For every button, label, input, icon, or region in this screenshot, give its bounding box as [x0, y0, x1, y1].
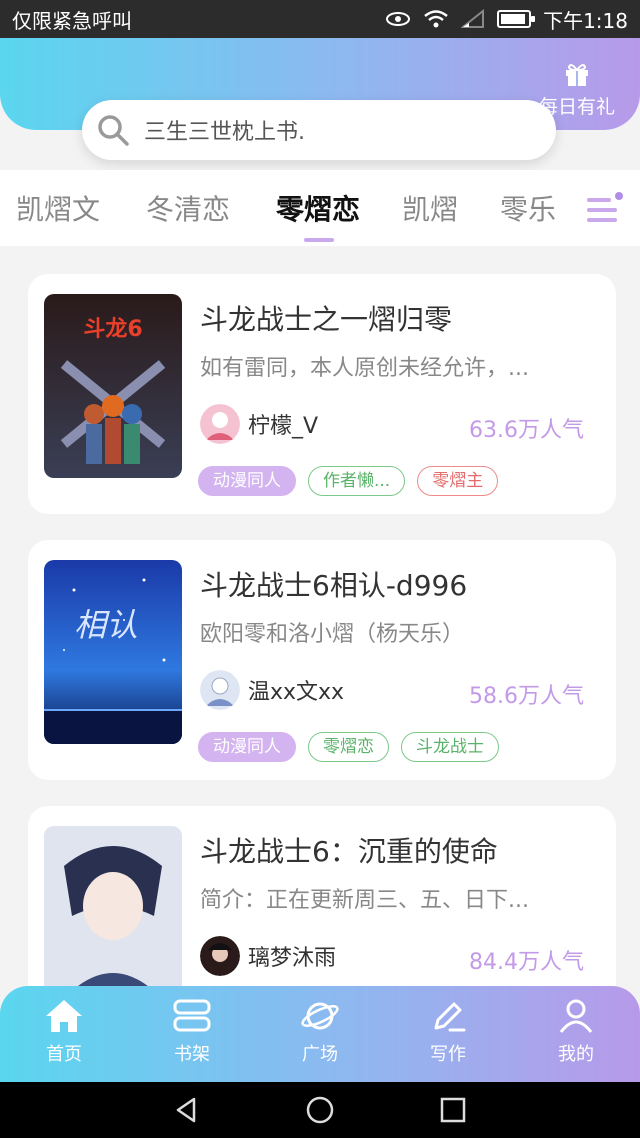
clock-text: 下午1:18 — [543, 8, 628, 33]
tag-list: 动漫同人 作者懒... 零熠主 — [198, 466, 499, 496]
search-input[interactable]: 三生三世枕上书. — [144, 114, 305, 146]
book-card[interactable]: 斗龙6 斗龙战士之一熠归零 如有雷同，本人原创未经允许，... 柠檬_V 63.… — [28, 274, 616, 514]
recents-icon[interactable] — [438, 1095, 468, 1125]
svg-text:相认: 相认 — [74, 606, 138, 644]
tab-lingle[interactable]: 零乐 — [500, 188, 556, 228]
nav-profile-label: 我的 — [558, 1044, 594, 1065]
nav-home-label: 首页 — [46, 1044, 82, 1065]
author-info[interactable]: 温xx文xx — [200, 670, 344, 710]
book-cover[interactable]: 斗龙6 — [44, 294, 182, 478]
book-title[interactable]: 斗龙战士之一熠归零 — [200, 298, 452, 338]
status-icons: 下午1:18 — [385, 5, 628, 34]
author-name: 温xx文xx — [248, 680, 345, 705]
tab-lingyilian[interactable]: 零熠恋 — [276, 188, 360, 228]
tag[interactable]: 动漫同人 — [198, 732, 296, 762]
nav-write[interactable]: 写作 — [384, 986, 512, 1082]
nav-home[interactable]: 首页 — [0, 986, 128, 1082]
avatar[interactable] — [200, 936, 240, 976]
search-icon — [98, 115, 129, 146]
nav-bookshelf[interactable]: 书架 — [128, 986, 256, 1082]
status-bar: 仅限紧急呼叫 下午1:18 — [0, 0, 640, 38]
active-tab-indicator — [304, 238, 334, 242]
tab-kaiyi[interactable]: 凯熠 — [402, 188, 458, 228]
home-icon — [46, 1000, 82, 1032]
bottom-navigation: 首页 书架 广场 写作 我的 — [0, 986, 640, 1082]
book-cover[interactable] — [44, 826, 182, 1010]
user-icon — [559, 999, 593, 1033]
book-title[interactable]: 斗龙战士6相认-d996 — [200, 564, 467, 604]
tag[interactable]: 作者懒... — [308, 466, 406, 496]
category-tabs: 凯熠文 冬清恋 零熠恋 凯熠 零乐 — [0, 170, 640, 246]
book-title[interactable]: 斗龙战士6：沉重的使命 — [200, 830, 498, 870]
tag[interactable]: 斗龙战士 — [401, 732, 499, 762]
nav-bookshelf-label: 书架 — [174, 1044, 210, 1065]
system-navigation-bar — [0, 1082, 640, 1138]
signal-icon — [461, 9, 485, 28]
book-description: 欧阳零和洛小熠（杨天乐） — [200, 622, 465, 647]
author-info[interactable]: 璃梦沐雨 — [200, 936, 336, 976]
popularity-count: 63.6万人气 — [469, 418, 584, 443]
author-name: 柠檬_V — [248, 414, 319, 439]
tag[interactable]: 动漫同人 — [198, 466, 296, 496]
author-info[interactable]: 柠檬_V — [200, 404, 318, 444]
nav-profile[interactable]: 我的 — [512, 986, 640, 1082]
nav-write-label: 写作 — [430, 1044, 466, 1065]
pen-icon — [434, 1002, 466, 1032]
book-description: 简介：正在更新周三、五、日下... — [200, 888, 529, 913]
battery-icon — [497, 10, 536, 28]
book-description: 如有雷同，本人原创未经允许，... — [200, 356, 529, 381]
author-name: 璃梦沐雨 — [248, 946, 337, 971]
planet-icon — [301, 1002, 339, 1030]
menu-icon[interactable] — [585, 190, 625, 230]
home-circle-icon[interactable] — [305, 1095, 335, 1125]
book-card[interactable]: 相认 斗龙战士6相认-d996 欧阳零和洛小熠（杨天乐） 温xx文xx 58.6… — [28, 540, 616, 780]
wifi-icon — [424, 10, 448, 28]
avatar[interactable] — [200, 670, 240, 710]
tag[interactable]: 零熠恋 — [308, 732, 389, 762]
book-cover[interactable]: 相认 — [44, 560, 182, 744]
search-bar[interactable]: 三生三世枕上书. — [82, 100, 556, 160]
popularity-count: 58.6万人气 — [469, 684, 584, 709]
carrier-text: 仅限紧急呼叫 — [12, 8, 132, 33]
eye-icon — [386, 12, 411, 26]
popularity-count: 84.4万人气 — [469, 950, 584, 975]
tag-list: 动漫同人 零熠恋 斗龙战士 — [198, 732, 499, 762]
back-icon[interactable] — [172, 1095, 202, 1125]
tag[interactable]: 零熠主 — [417, 466, 499, 496]
nav-square[interactable]: 广场 — [256, 986, 384, 1082]
tab-dongqinglian[interactable]: 冬清恋 — [146, 188, 230, 228]
gift-icon — [566, 64, 588, 86]
tab-kaiyiwen[interactable]: 凯熠文 — [16, 188, 100, 228]
svg-text:斗龙6: 斗龙6 — [83, 317, 142, 342]
bookshelf-icon — [173, 999, 211, 1032]
avatar[interactable] — [200, 404, 240, 444]
nav-square-label: 广场 — [302, 1044, 338, 1065]
